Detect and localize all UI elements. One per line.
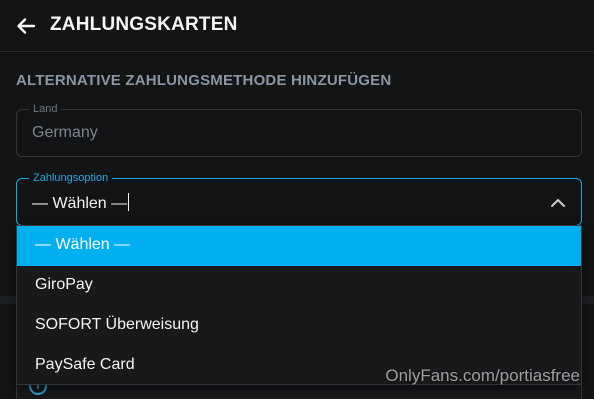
dropdown-option-label: — Wählen — — [35, 236, 131, 253]
dropdown-option-sofort[interactable]: SOFORT Überweisung — [17, 306, 581, 346]
payment-option-value-text: — Wählen — — [32, 195, 128, 212]
watermark-text: OnlyFans.com/portiasfree — [385, 366, 580, 385]
dropdown-option-waehlen[interactable]: — Wählen — — [17, 226, 581, 266]
page-title: ZAHLUNGSKARTEN — [50, 14, 238, 35]
dropdown-option-giropay[interactable]: GiroPay — [17, 266, 581, 306]
country-field-label: Land — [29, 102, 62, 116]
dropdown-option-label: GiroPay — [35, 276, 93, 293]
chevron-up-icon[interactable] — [549, 194, 567, 212]
payment-option-label: Zahlungsoption — [29, 171, 113, 185]
payment-option-dropdown: — Wählen — GiroPay SOFORT Überweisung Pa… — [16, 225, 582, 385]
arrow-left-icon — [17, 18, 36, 34]
app-root: ZAHLUNGSKARTEN ALTERNATIVE ZAHLUNGSMETHO… — [0, 0, 594, 399]
payment-option-value: — Wählen — — [32, 193, 130, 213]
back-button[interactable] — [12, 12, 40, 40]
country-field[interactable]: Land Germany — [16, 102, 582, 157]
section-title: ALTERNATIVE ZAHLUNGSMETHODE HINZUFÜGEN — [16, 72, 392, 89]
dropdown-option-label: PaySafe Card — [35, 356, 135, 373]
dropdown-option-label: SOFORT Überweisung — [35, 316, 199, 333]
text-caret — [128, 193, 130, 211]
payment-option-select[interactable]: Zahlungsoption — Wählen — — [16, 171, 582, 226]
top-bar: ZAHLUNGSKARTEN — [0, 0, 594, 52]
country-field-value: Germany — [32, 124, 98, 141]
